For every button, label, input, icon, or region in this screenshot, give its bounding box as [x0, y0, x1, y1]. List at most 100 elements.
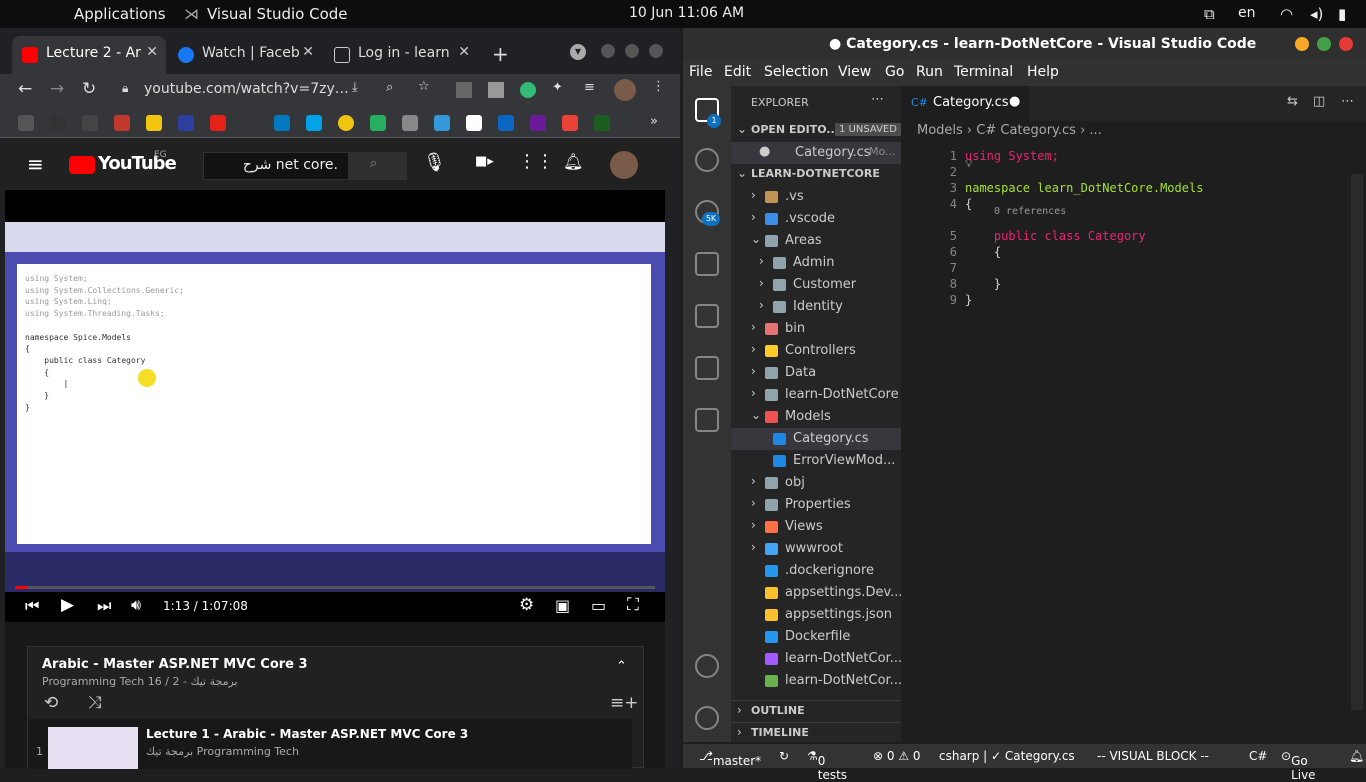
tab-search-icon[interactable]: ▾	[570, 44, 586, 60]
address-bar[interactable]: 🔒︎ youtube.com/watch?v=7zy…	[112, 75, 488, 105]
extensions-icon[interactable]	[695, 408, 719, 432]
extensions-puzzle-icon[interactable]: ✦	[552, 80, 563, 95]
close-icon[interactable]	[1339, 37, 1353, 51]
theater-mode-icon[interactable]: ▭	[591, 596, 606, 615]
code-line[interactable]: {	[965, 245, 1001, 261]
miniplayer-icon[interactable]: ▣	[555, 596, 570, 615]
back-icon[interactable]: ←	[18, 79, 32, 99]
menu-terminal[interactable]: Terminal	[954, 64, 1013, 80]
menu-view[interactable]: View	[838, 64, 871, 80]
tree-item[interactable]: appsettings.json	[731, 604, 901, 626]
playlist-add-icon[interactable]: ≡+	[610, 693, 639, 713]
volume-icon[interactable]: 🔊︎	[131, 595, 141, 615]
bookmark-icon[interactable]	[594, 115, 610, 131]
timeline-section[interactable]: › TIMELINE	[731, 722, 901, 744]
battery-icon[interactable]: ▮	[1338, 5, 1346, 23]
menu-file[interactable]: File	[689, 64, 712, 80]
breadcrumb[interactable]: Models › C# Category.cs › ...	[901, 121, 1366, 143]
microphone-icon[interactable]: 🎙︎	[423, 152, 446, 173]
notifications-bell-icon[interactable]: 🔔︎	[563, 152, 583, 171]
outline-section[interactable]: › OUTLINE	[731, 700, 901, 722]
tree-item[interactable]: › .vs	[731, 186, 901, 208]
code-editor[interactable]: 💡︎ 0 references 1 using System; 2 3 namespac…	[901, 143, 1366, 742]
tree-item[interactable]: › Admin	[731, 252, 901, 274]
progress-bar[interactable]	[15, 586, 655, 589]
bookmark-icon[interactable]	[402, 115, 418, 131]
tree-item[interactable]: Dockerfile	[731, 626, 901, 648]
next-icon[interactable]: ⏭︎	[97, 596, 111, 616]
youtube-search-button[interactable]: ⌕	[349, 152, 407, 180]
settings-gear-icon[interactable]: ⚙	[519, 595, 534, 615]
shuffle-icon[interactable]: ⤨	[88, 693, 102, 713]
docker-icon[interactable]	[695, 356, 719, 380]
close-icon[interactable]: ✕	[458, 44, 470, 60]
tree-item[interactable]: Category.cs	[731, 428, 901, 450]
close-window-icon[interactable]	[649, 44, 663, 58]
open-editors-header[interactable]: ⌄ OPEN EDITO... 1 UNSAVED	[731, 120, 901, 142]
bookmark-icon[interactable]	[114, 115, 130, 131]
active-app-name[interactable]: Visual Studio Code	[207, 5, 348, 23]
bookmark-icon[interactable]	[178, 115, 194, 131]
editor-tab-category[interactable]: C# Category.cs ●	[901, 86, 1029, 121]
collapse-chevron-icon[interactable]: ⌃	[616, 659, 627, 674]
play-icon[interactable]: ▶	[61, 595, 74, 615]
branch-indicator[interactable]: ⎇ master*	[699, 749, 761, 768]
tests-indicator[interactable]: ⚗ 0 tests	[807, 749, 847, 782]
tab-login[interactable]: Log in - learn ✕	[324, 36, 478, 74]
github-icon[interactable]	[50, 115, 66, 131]
playlist-item[interactable]: 1 Lecture 1 - Arabic - Master ASP.NET MV…	[28, 719, 632, 769]
previous-icon[interactable]: ⏮︎	[25, 596, 39, 616]
create-video-icon[interactable]: ■▸	[475, 154, 494, 169]
applications-menu[interactable]: Applications	[74, 5, 166, 23]
tree-item[interactable]: › Controllers	[731, 340, 901, 362]
split-editor-icon[interactable]: ◫	[1313, 94, 1325, 109]
fullscreen-icon[interactable]: ⛶	[627, 595, 639, 615]
playlist-title[interactable]: Arabic - Master ASP.NET MVC Core 3	[42, 657, 308, 672]
accounts-icon[interactable]	[695, 654, 719, 678]
bookmark-star-icon[interactable]: ☆	[418, 79, 430, 94]
reload-icon[interactable]: ↻	[82, 79, 96, 99]
tree-item[interactable]: learn-DotNetCor...	[731, 670, 901, 692]
extension-owl-icon[interactable]	[520, 82, 536, 98]
tree-item[interactable]: › Views	[731, 516, 901, 538]
menu-edit[interactable]: Edit	[724, 64, 751, 80]
install-icon[interactable]: ⤓	[352, 80, 358, 95]
code-line[interactable]: }	[965, 277, 1001, 293]
code-line[interactable]: public class Category	[965, 229, 1146, 245]
youtube-logo-icon[interactable]	[69, 156, 95, 174]
editor-more-icon[interactable]: ⋯	[1341, 94, 1354, 109]
tree-item[interactable]: ⌄ Areas	[731, 230, 901, 252]
tree-item[interactable]: › Data	[731, 362, 901, 384]
wifi-icon[interactable]: ◠	[1280, 5, 1293, 23]
language-file-indicator[interactable]: csharp | ✓ Category.cs	[939, 749, 1075, 763]
youtube-search-input[interactable]: .net core شرح	[203, 152, 349, 180]
problems-indicator[interactable]: ⊗ 0 ⚠ 0	[873, 749, 921, 763]
trello-icon[interactable]	[274, 115, 290, 131]
open-editor-item[interactable]: ● Category.cs Mo...	[731, 142, 901, 164]
hamburger-menu-icon[interactable]: ≡	[27, 152, 44, 176]
tree-item[interactable]: › learn-DotNetCore	[731, 384, 901, 406]
bookmark-icon[interactable]	[306, 115, 322, 131]
loop-icon[interactable]: ⟲	[44, 693, 58, 713]
more-actions-icon[interactable]: ⋯	[871, 92, 884, 107]
media-queue-icon[interactable]: ≡	[584, 80, 595, 95]
maximize-icon[interactable]	[625, 44, 639, 58]
menu-dots-icon[interactable]: ⋮	[652, 79, 665, 94]
tree-item[interactable]: › Customer	[731, 274, 901, 296]
playlist-subtitle[interactable]: Programming Tech برمجة تيك - 2 / 16	[42, 675, 238, 688]
tree-item[interactable]: ErrorViewMod...	[731, 450, 901, 472]
minimize-icon[interactable]	[1295, 37, 1309, 51]
tree-item[interactable]: appsettings.Dev...	[731, 582, 901, 604]
tree-item[interactable]: › wwwroot	[731, 538, 901, 560]
gmail-icon[interactable]	[562, 115, 578, 131]
new-tab-icon[interactable]: +	[492, 42, 509, 66]
tree-item[interactable]: .dockerignore	[731, 560, 901, 582]
profile-avatar[interactable]	[614, 79, 636, 101]
language-mode[interactable]: C#	[1249, 749, 1267, 763]
project-header[interactable]: ⌄ LEARN-DOTNETCORE	[731, 164, 901, 186]
bookmark-icon[interactable]	[466, 115, 482, 131]
notifications-icon[interactable]: 🔔︎	[1349, 749, 1364, 763]
bookmark-icon[interactable]	[146, 115, 162, 131]
tree-item[interactable]: › bin	[731, 318, 901, 340]
extension-vue-icon[interactable]	[488, 82, 504, 98]
